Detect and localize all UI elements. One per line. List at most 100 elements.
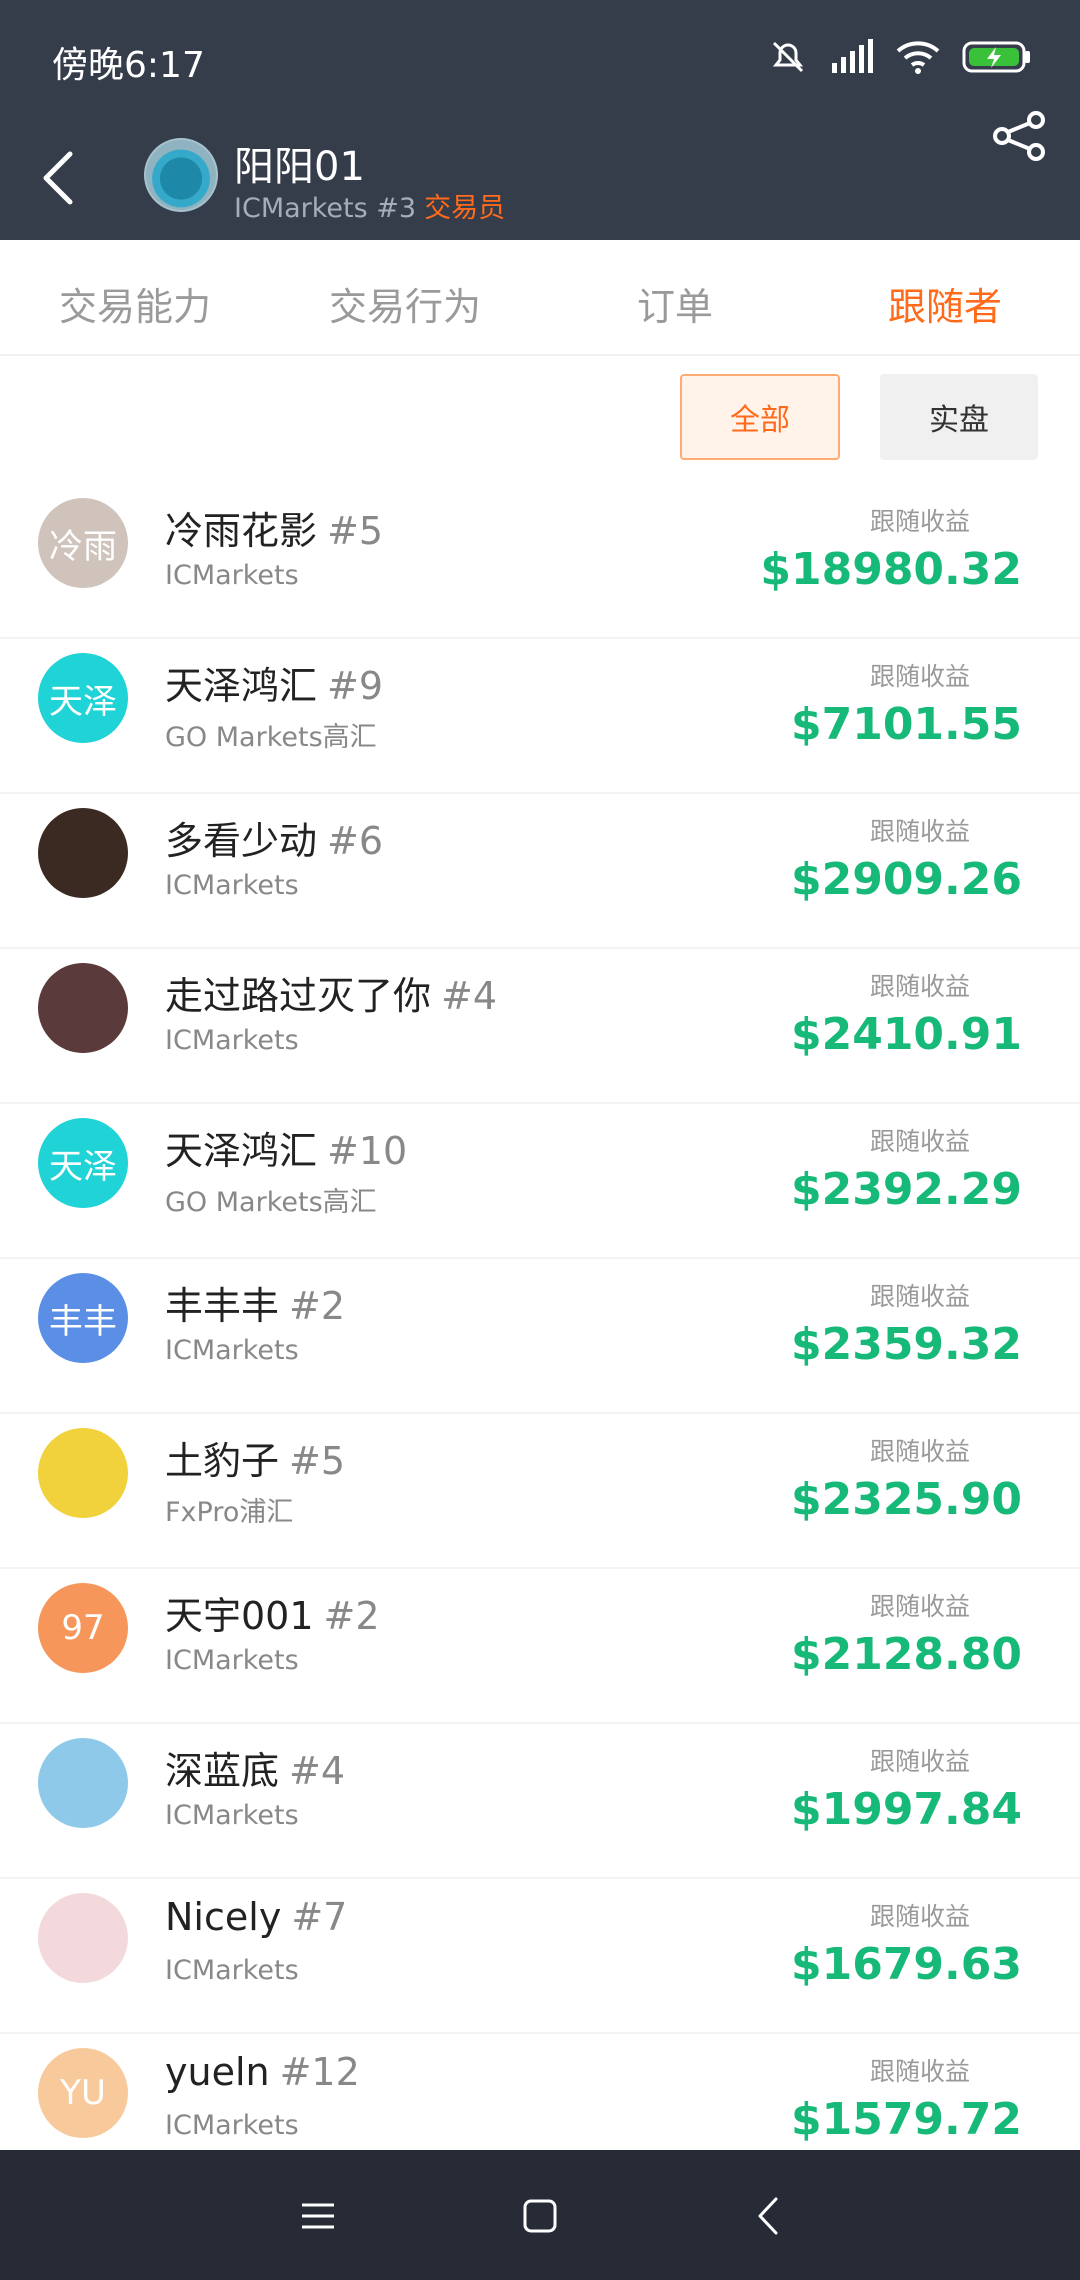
wifi-icon xyxy=(896,39,940,75)
follower-rank: #2 xyxy=(323,1594,380,1638)
tab-bar: 交易能力 交易行为 订单 跟随者 xyxy=(0,252,1080,356)
system-nav-bar xyxy=(0,2150,1080,2280)
profit-value: $2325.90 xyxy=(790,1474,1022,1525)
follower-avatar[interactable]: YU xyxy=(38,2048,128,2138)
profit-value: $7101.55 xyxy=(790,699,1022,750)
follower-name-line: 土豹子 #5 xyxy=(165,1430,345,1485)
follower-row[interactable]: 走过路过灭了你 #4 ICMarkets 跟随收益 $2410.91 xyxy=(0,949,1080,1104)
follower-name-line: 多看少动 #6 xyxy=(165,810,383,865)
follower-row[interactable]: 天泽 天泽鸿汇 #10 GO Markets高汇 跟随收益 $2392.29 xyxy=(0,1104,1080,1259)
share-button[interactable] xyxy=(990,106,1050,166)
follower-name-line: 冷雨花影 #5 xyxy=(165,500,383,555)
follower-name-line: 深蓝底 #4 xyxy=(165,1740,345,1795)
chevron-left-icon xyxy=(43,151,73,205)
profit-value: $1679.63 xyxy=(790,1939,1022,1990)
avatar-initials: 天泽 xyxy=(49,1146,117,1187)
follower-row[interactable]: 深蓝底 #4 ICMarkets 跟随收益 $1997.84 xyxy=(0,1724,1080,1879)
profit-value: $18980.32 xyxy=(760,544,1022,595)
profit-label: 跟随收益 xyxy=(869,972,970,1001)
follower-name-line: 天泽鸿汇 #10 xyxy=(165,1120,407,1175)
profit-value: $2410.91 xyxy=(790,1009,1022,1060)
follower-row[interactable]: YU yueln #12 ICMarkets 跟随收益 $1579.72 xyxy=(0,2034,1080,2150)
follower-rank: #5 xyxy=(327,509,384,553)
follower-rank: #7 xyxy=(291,1895,348,1939)
follower-avatar[interactable]: 冷雨 xyxy=(38,498,128,588)
profit-label: 跟随收益 xyxy=(869,1437,970,1466)
follower-row[interactable]: Nicely #7 ICMarkets 跟随收益 $1679.63 xyxy=(0,1879,1080,2034)
status-bar: 傍晚6:17 xyxy=(0,0,1080,118)
follower-name: Nicely xyxy=(165,1895,282,1939)
follower-row[interactable]: 97 天宇001 #2 ICMarkets 跟随收益 $2128.80 xyxy=(0,1569,1080,1724)
avatar-initials: 丰丰 xyxy=(49,1301,117,1342)
follower-row[interactable]: 土豹子 #5 FxPro浦汇 跟随收益 $2325.90 xyxy=(0,1414,1080,1569)
follower-name: 天泽鸿汇 xyxy=(165,664,318,708)
back-triangle-icon xyxy=(758,2197,778,2235)
follower-broker: ICMarkets xyxy=(165,560,299,591)
profit-label: 跟随收益 xyxy=(869,1747,970,1776)
filter-real-button[interactable]: 实盘 xyxy=(880,374,1038,460)
share-icon xyxy=(993,111,1045,161)
follower-rank: #9 xyxy=(327,664,384,708)
follower-avatar[interactable] xyxy=(38,1893,128,1983)
profit-label: 跟随收益 xyxy=(869,2057,970,2086)
follower-name-line: Nicely #7 xyxy=(165,1895,347,1939)
follower-avatar[interactable]: 天泽 xyxy=(38,653,128,743)
tab-trading-ability[interactable]: 交易能力 xyxy=(0,252,270,354)
follower-broker: ICMarkets xyxy=(165,1025,299,1056)
profit-value: $1579.72 xyxy=(790,2094,1022,2145)
follower-broker: FxPro浦汇 xyxy=(165,1497,294,1528)
status-icons xyxy=(768,36,1032,78)
follower-name-line: 走过路过灭了你 #4 xyxy=(165,965,497,1020)
follower-rank: #10 xyxy=(327,1129,408,1173)
follower-rank: #4 xyxy=(441,974,498,1018)
follower-broker: ICMarkets xyxy=(165,1800,299,1831)
tab-orders[interactable]: 订单 xyxy=(540,252,810,354)
trader-avatar[interactable] xyxy=(144,138,218,212)
follower-broker: GO Markets高汇 xyxy=(165,1187,377,1218)
nav-back-button[interactable] xyxy=(738,2186,798,2246)
profit-label: 跟随收益 xyxy=(869,1282,970,1311)
profit-label: 跟随收益 xyxy=(869,1902,970,1931)
filter-all-button[interactable]: 全部 xyxy=(680,374,840,460)
menu-button[interactable] xyxy=(288,2186,348,2246)
follower-row[interactable]: 丰丰 丰丰丰 #2 ICMarkets 跟随收益 $2359.32 xyxy=(0,1259,1080,1414)
back-button[interactable] xyxy=(28,142,88,214)
follower-name-line: 天泽鸿汇 #9 xyxy=(165,655,383,710)
follower-broker: ICMarkets xyxy=(165,870,299,901)
follower-broker: ICMarkets xyxy=(165,1955,299,1986)
profit-label: 跟随收益 xyxy=(869,817,970,846)
follower-row[interactable]: 冷雨 冷雨花影 #5 ICMarkets 跟随收益 $18980.32 xyxy=(0,484,1080,639)
avatar-initials: YU xyxy=(60,2073,106,2113)
app-bar: 阳阳01 ICMarkets #3 交易员 xyxy=(0,111,1080,240)
profit-label: 跟随收益 xyxy=(869,662,970,691)
follower-name: 天泽鸿汇 xyxy=(165,1129,318,1173)
follower-row[interactable]: 天泽 天泽鸿汇 #9 GO Markets高汇 跟随收益 $7101.55 xyxy=(0,639,1080,794)
follower-row[interactable]: 多看少动 #6 ICMarkets 跟随收益 $2909.26 xyxy=(0,794,1080,949)
follower-name: 走过路过灭了你 xyxy=(165,974,432,1018)
follower-name: 多看少动 xyxy=(165,819,318,863)
follower-rank: #6 xyxy=(327,819,384,863)
follower-name-line: 天宇001 #2 xyxy=(165,1585,380,1640)
menu-icon xyxy=(302,2203,334,2229)
trader-broker-rank: ICMarkets #3 xyxy=(234,193,417,224)
follower-avatar[interactable] xyxy=(38,1428,128,1518)
home-button[interactable] xyxy=(510,2186,570,2246)
profit-value: $2359.32 xyxy=(790,1319,1022,1370)
tab-followers[interactable]: 跟随者 xyxy=(810,252,1080,354)
follower-name-line: 丰丰丰 #2 xyxy=(165,1275,345,1330)
follower-avatar[interactable]: 天泽 xyxy=(38,1118,128,1208)
follower-name: 冷雨花影 xyxy=(165,509,318,553)
profit-value: $2909.26 xyxy=(790,854,1022,905)
follower-avatar[interactable]: 丰丰 xyxy=(38,1273,128,1363)
tab-trading-behavior[interactable]: 交易行为 xyxy=(270,252,540,354)
trader-subtitle: ICMarkets #3 交易员 xyxy=(234,186,505,225)
follower-avatar[interactable] xyxy=(38,1738,128,1828)
follower-avatar[interactable] xyxy=(38,808,128,898)
follower-broker: ICMarkets xyxy=(165,2110,299,2141)
follower-rank: #4 xyxy=(289,1749,346,1793)
follower-broker: GO Markets高汇 xyxy=(165,722,377,753)
follower-avatar[interactable] xyxy=(38,963,128,1053)
follower-avatar[interactable]: 97 xyxy=(38,1583,128,1673)
profit-label: 跟随收益 xyxy=(869,507,970,536)
profit-label: 跟随收益 xyxy=(869,1592,970,1621)
